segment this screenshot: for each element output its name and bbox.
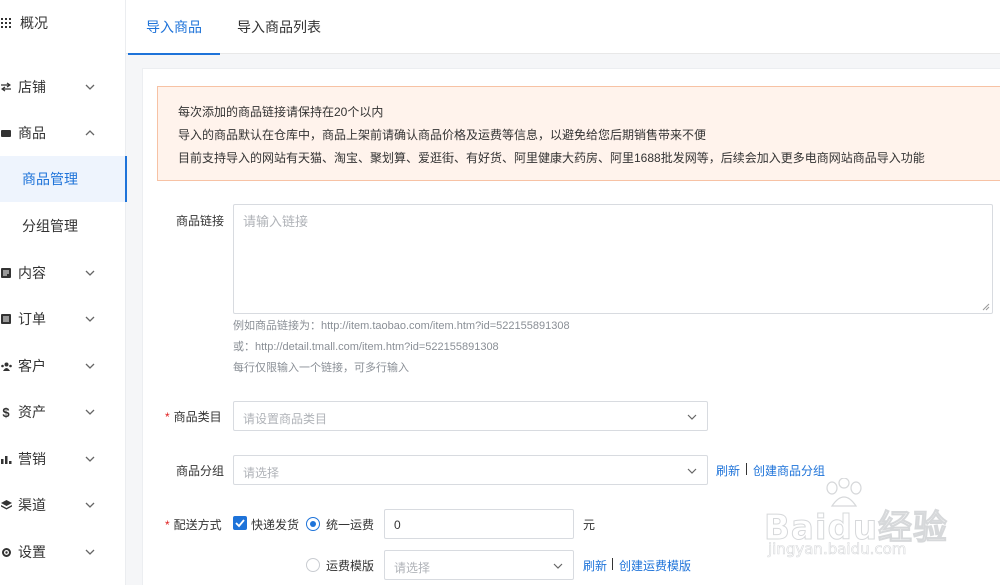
sidebar-item-label: 分组管理 — [22, 218, 78, 234]
sidebar-item-label: 店铺 — [18, 79, 46, 95]
group-select[interactable]: 请选择 — [233, 455, 708, 485]
sidebar: 概况 店铺 商品 商品管理 分组管理 内容 订单 客户 $ 资产 营销 渠道 设… — [0, 0, 127, 585]
unified-freight-label: 统一运费 — [326, 518, 375, 532]
content-icon — [0, 266, 12, 280]
chevron-down-icon — [85, 270, 95, 276]
freight-template-select[interactable]: 请选择 — [384, 550, 574, 580]
sidebar-item-label: 订单 — [18, 311, 46, 327]
product-link-placeholder: 请输入链接 — [243, 214, 309, 229]
notice-banner: 每次添加的商品链接请保持在20个以内 导入的商品默认在仓库中，商品上架前请确认商… — [157, 86, 1000, 181]
chevron-down-icon — [85, 549, 95, 555]
link-help-note: 每行仅限输入一个链接，可多行输入 — [233, 362, 409, 374]
category-select[interactable]: 请设置商品类目 — [233, 401, 708, 431]
product-icon — [0, 126, 12, 140]
sidebar-item-label: 资产 — [18, 404, 46, 420]
sidebar-item-product[interactable]: 商品 — [0, 110, 126, 156]
sidebar-item-marketing[interactable]: 营销 — [0, 436, 126, 482]
freight-refresh-link[interactable]: 刷新 — [583, 557, 607, 574]
notice-line: 目前支持导入的网站有天猫、淘宝、聚划算、爱逛街、有好货、阿里健康大药房、阿里16… — [178, 151, 925, 165]
sidebar-item-asset[interactable]: $ 资产 — [0, 389, 126, 435]
tab-import-product[interactable]: 导入商品 — [128, 0, 220, 55]
required-mark: * — [165, 410, 170, 424]
sidebar-item-label: 客户 — [18, 358, 46, 374]
freight-template-radio[interactable] — [306, 558, 320, 572]
chevron-down-icon — [85, 316, 95, 322]
unified-freight-value: 0 — [394, 518, 401, 532]
notice-line: 每次添加的商品链接请保持在20个以内 — [178, 105, 384, 119]
category-label-text: 商品类目 — [173, 410, 222, 424]
order-icon — [0, 312, 12, 326]
gear-icon — [0, 545, 12, 559]
freight-template-label: 运费模版 — [326, 559, 375, 573]
link-separator — [746, 463, 747, 475]
sidebar-item-content[interactable]: 内容 — [0, 250, 126, 296]
sidebar-item-customer[interactable]: 客户 — [0, 343, 126, 389]
sidebar-item-label: 内容 — [18, 265, 46, 281]
express-label: 快递发货 — [251, 518, 300, 532]
link-help-example-alt: 或：http://detail.tmall.com/item.htm?id=52… — [233, 341, 499, 353]
group-placeholder: 请选择 — [243, 466, 280, 480]
group-refresh-link[interactable]: 刷新 — [716, 462, 740, 479]
create-group-link[interactable]: 创建商品分组 — [753, 462, 825, 479]
chevron-down-icon — [85, 456, 95, 462]
sidebar-item-label: 渠道 — [18, 497, 46, 513]
sidebar-item-store[interactable]: 店铺 — [0, 64, 126, 110]
check-icon — [235, 519, 245, 528]
sidebar-item-product-management[interactable]: 商品管理 — [0, 156, 127, 202]
chevron-down-icon — [687, 414, 697, 420]
resize-handle-icon[interactable] — [982, 303, 990, 311]
bar-chart-icon — [0, 452, 12, 466]
tab-import-product-list[interactable]: 导入商品列表 — [237, 0, 321, 54]
layers-icon — [0, 498, 12, 512]
link-separator — [612, 558, 613, 570]
sidebar-item-label: 概况 — [20, 15, 48, 31]
sidebar-item-group-management[interactable]: 分组管理 — [0, 203, 126, 249]
currency-unit: 元 — [583, 518, 596, 532]
chevron-down-icon — [687, 468, 697, 474]
chevron-down-icon — [85, 409, 95, 415]
unified-freight-radio[interactable] — [306, 517, 320, 531]
chevron-down-icon — [553, 563, 563, 569]
unified-freight-input[interactable]: 0 — [384, 509, 574, 539]
grid-icon — [0, 16, 12, 30]
sidebar-item-overview[interactable]: 概况 — [0, 0, 126, 46]
product-link-label: 商品链接 — [176, 214, 225, 228]
sidebar-item-label: 商品管理 — [22, 171, 78, 187]
group-label: 商品分组 — [176, 464, 225, 478]
watermark-url: jingyan.baidu.com — [768, 540, 907, 559]
chevron-down-icon — [85, 84, 95, 90]
express-checkbox[interactable] — [233, 516, 247, 530]
customer-icon — [0, 359, 12, 373]
sidebar-item-settings[interactable]: 设置 — [0, 529, 126, 575]
category-placeholder: 请设置商品类目 — [243, 412, 328, 426]
chevron-up-icon — [85, 130, 95, 136]
baidu-watermark: Baidu经验 jingyan.baidu.com — [763, 478, 1000, 564]
dollar-icon: $ — [2, 404, 10, 420]
tab-bar: 导入商品 导入商品列表 — [126, 0, 1000, 55]
sidebar-item-label: 设置 — [18, 544, 46, 560]
freight-template-placeholder: 请选择 — [394, 561, 431, 575]
chevron-down-icon — [85, 363, 95, 369]
chevron-down-icon — [85, 502, 95, 508]
sidebar-item-order[interactable]: 订单 — [0, 296, 126, 342]
delivery-label: * 配送方式 — [165, 516, 222, 533]
sidebar-item-label: 商品 — [18, 125, 46, 141]
sidebar-item-label: 营销 — [18, 451, 46, 467]
link-help-example: 例如商品链接为：http://item.taobao.com/item.htm?… — [233, 320, 570, 332]
store-icon — [0, 80, 12, 94]
category-label: * 商品类目 — [165, 408, 222, 425]
create-freight-template-link[interactable]: 创建运费模版 — [619, 557, 691, 574]
delivery-label-text: 配送方式 — [173, 518, 222, 532]
sidebar-item-channel[interactable]: 渠道 — [0, 482, 126, 528]
required-mark: * — [165, 518, 170, 532]
notice-line: 导入的商品默认在仓库中，商品上架前请确认商品价格及运费等信息，以避免给您后期销售… — [178, 128, 707, 142]
product-link-textarea[interactable]: 请输入链接 — [233, 204, 993, 314]
